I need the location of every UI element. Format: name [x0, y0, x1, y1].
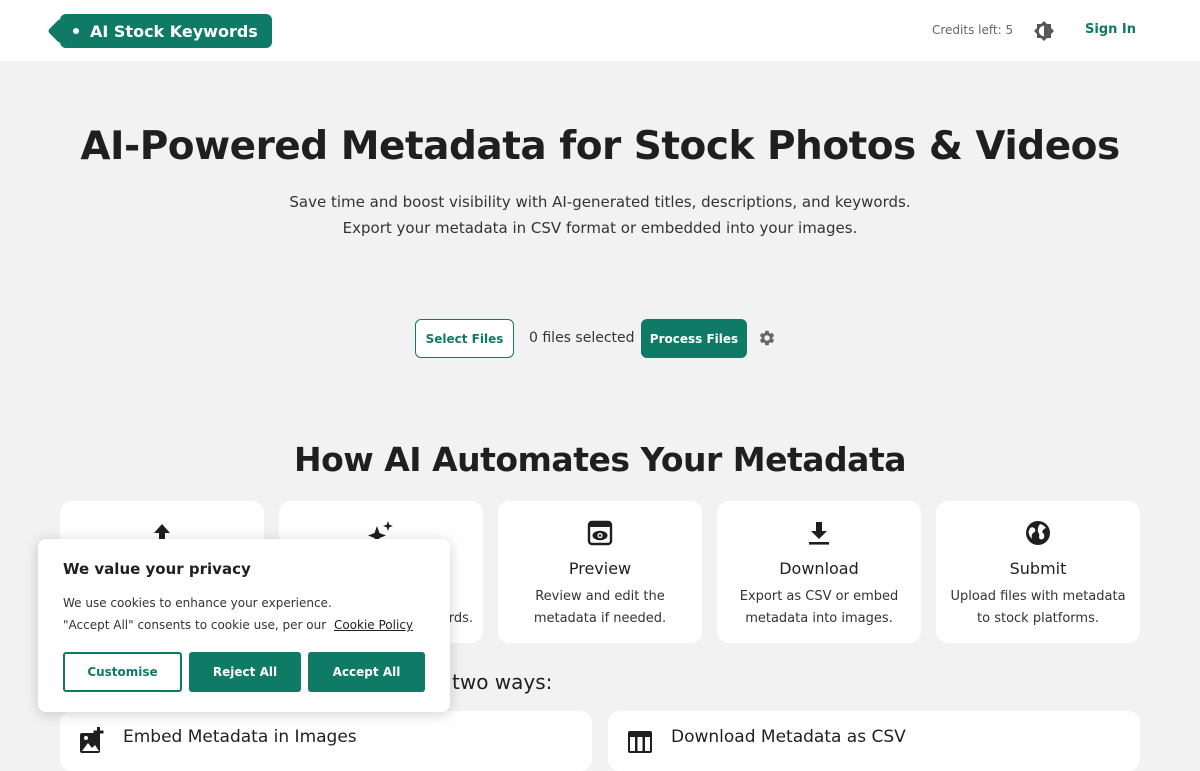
image-add-icon: [80, 727, 104, 753]
step-card-submit: Submit Upload files with metadata to sto…: [936, 501, 1140, 643]
cookie-title: We value your privacy: [63, 560, 251, 578]
gear-icon: [759, 330, 775, 346]
logo[interactable]: AI Stock Keywords: [47, 14, 272, 48]
globe-icon: [1026, 521, 1050, 545]
files-selected-count: 0 files selected: [529, 330, 635, 346]
preview-eye-icon: [587, 520, 613, 546]
option-title: Embed Metadata in Images: [123, 727, 357, 747]
logo-dot-icon: [73, 28, 79, 34]
select-files-button[interactable]: Select Files: [415, 319, 514, 358]
customise-button[interactable]: Customise: [63, 652, 182, 692]
table-icon: [628, 731, 652, 753]
step-description: Review and edit the metadata if needed.: [533, 589, 667, 626]
step-description: Upload files with metadata to stock plat…: [950, 589, 1126, 626]
step-title: Preview: [568, 559, 632, 578]
cookie-policy-link[interactable]: Cookie Policy: [334, 618, 413, 632]
process-files-button[interactable]: Process Files: [641, 319, 747, 358]
reject-all-button[interactable]: Reject All: [189, 652, 301, 692]
top-header: AI Stock Keywords Credits left: 5 Sign I…: [0, 0, 1200, 61]
download-icon: [809, 522, 829, 545]
settings-button[interactable]: [758, 329, 776, 347]
hero-subtitle-line2: Export your metadata in CSV format or em…: [342, 219, 858, 237]
step-title: Download: [779, 559, 859, 578]
how-section-title: How AI Automates Your Metadata: [294, 440, 906, 479]
sign-in-link[interactable]: Sign In: [1085, 22, 1136, 37]
half-circle-sun-icon: [1034, 21, 1054, 41]
cookie-text-line1: We use cookies to enhance your experienc…: [63, 596, 332, 610]
cookie-text-line2-body: "Accept All" consents to cookie use, per…: [63, 618, 327, 632]
step-card-preview: Preview Review and edit the metadata if …: [498, 501, 702, 643]
option-title: Download Metadata as CSV: [671, 727, 906, 747]
ways-heading: two ways:: [452, 670, 553, 694]
theme-toggle-button[interactable]: [1033, 20, 1055, 42]
step-title: Submit: [1009, 559, 1067, 578]
cookie-text-line2: "Accept All" consents to cookie use, per…: [63, 618, 413, 632]
step-card-download: Download Export as CSV or embed metadata…: [717, 501, 921, 643]
option-card-embed[interactable]: Embed Metadata in Images: [60, 711, 592, 771]
logo-tag-notch: [47, 18, 73, 44]
cookie-consent-dialog: We value your privacy We use cookies to …: [38, 539, 450, 712]
hero-title: AI-Powered Metadata for Stock Photos & V…: [80, 124, 1120, 169]
step-description: Export as CSV or embed metadata into ima…: [739, 589, 899, 626]
hero-subtitle-line1: Save time and boost visibility with AI-g…: [289, 193, 911, 211]
logo-text: AI Stock Keywords: [90, 21, 258, 41]
credits-left: Credits left: 5: [932, 23, 1014, 37]
option-card-csv[interactable]: Download Metadata as CSV: [608, 711, 1140, 771]
accept-all-button[interactable]: Accept All: [308, 652, 425, 692]
